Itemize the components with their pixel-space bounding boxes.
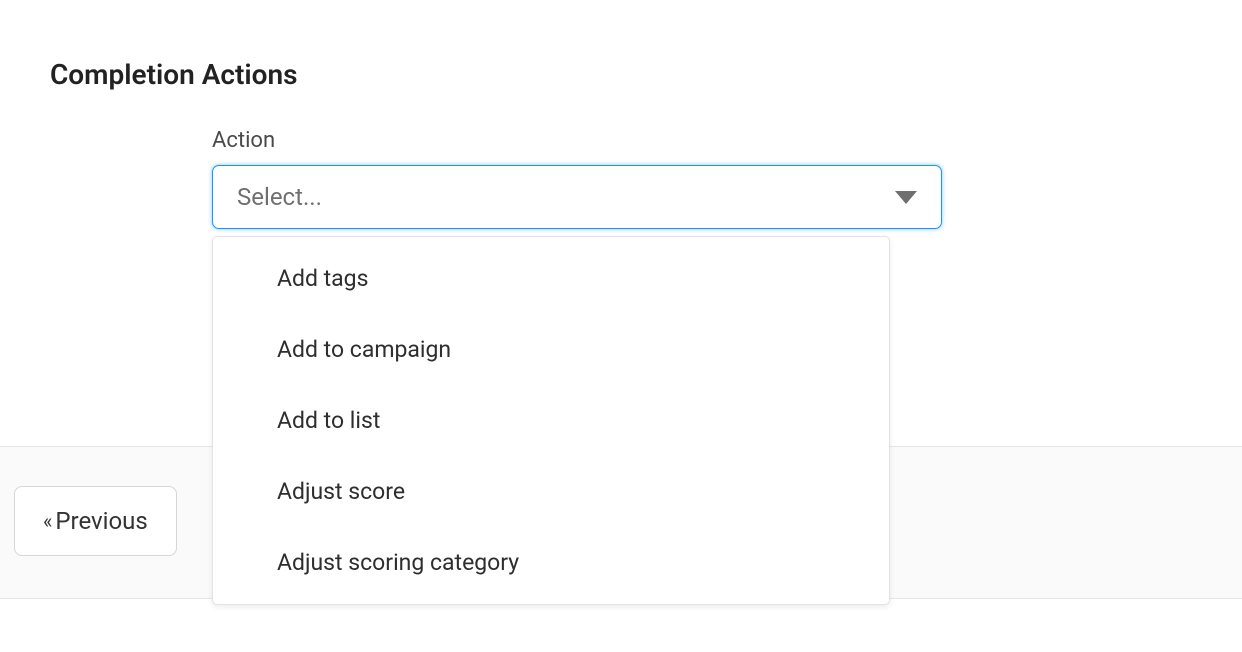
previous-button-label: Previous [55,507,147,535]
dropdown-item-add-to-campaign[interactable]: Add to campaign [213,314,889,385]
page-title: Completion Actions [50,58,298,91]
action-select[interactable]: Select... [212,165,942,229]
action-dropdown: Add tags Add to campaign Add to list Adj… [212,236,890,605]
previous-button[interactable]: « Previous [14,486,177,556]
dropdown-item-adjust-scoring-category[interactable]: Adjust scoring category [213,527,889,598]
dropdown-item-add-tags[interactable]: Add tags [213,243,889,314]
action-select-placeholder: Select... [237,183,322,211]
action-field-label: Action [212,128,275,153]
action-select-wrapper: Select... [212,165,942,229]
dropdown-item-add-to-list[interactable]: Add to list [213,385,889,456]
chevron-left-icon: « [43,509,49,533]
dropdown-item-adjust-score[interactable]: Adjust score [213,456,889,527]
caret-down-icon [895,191,917,204]
